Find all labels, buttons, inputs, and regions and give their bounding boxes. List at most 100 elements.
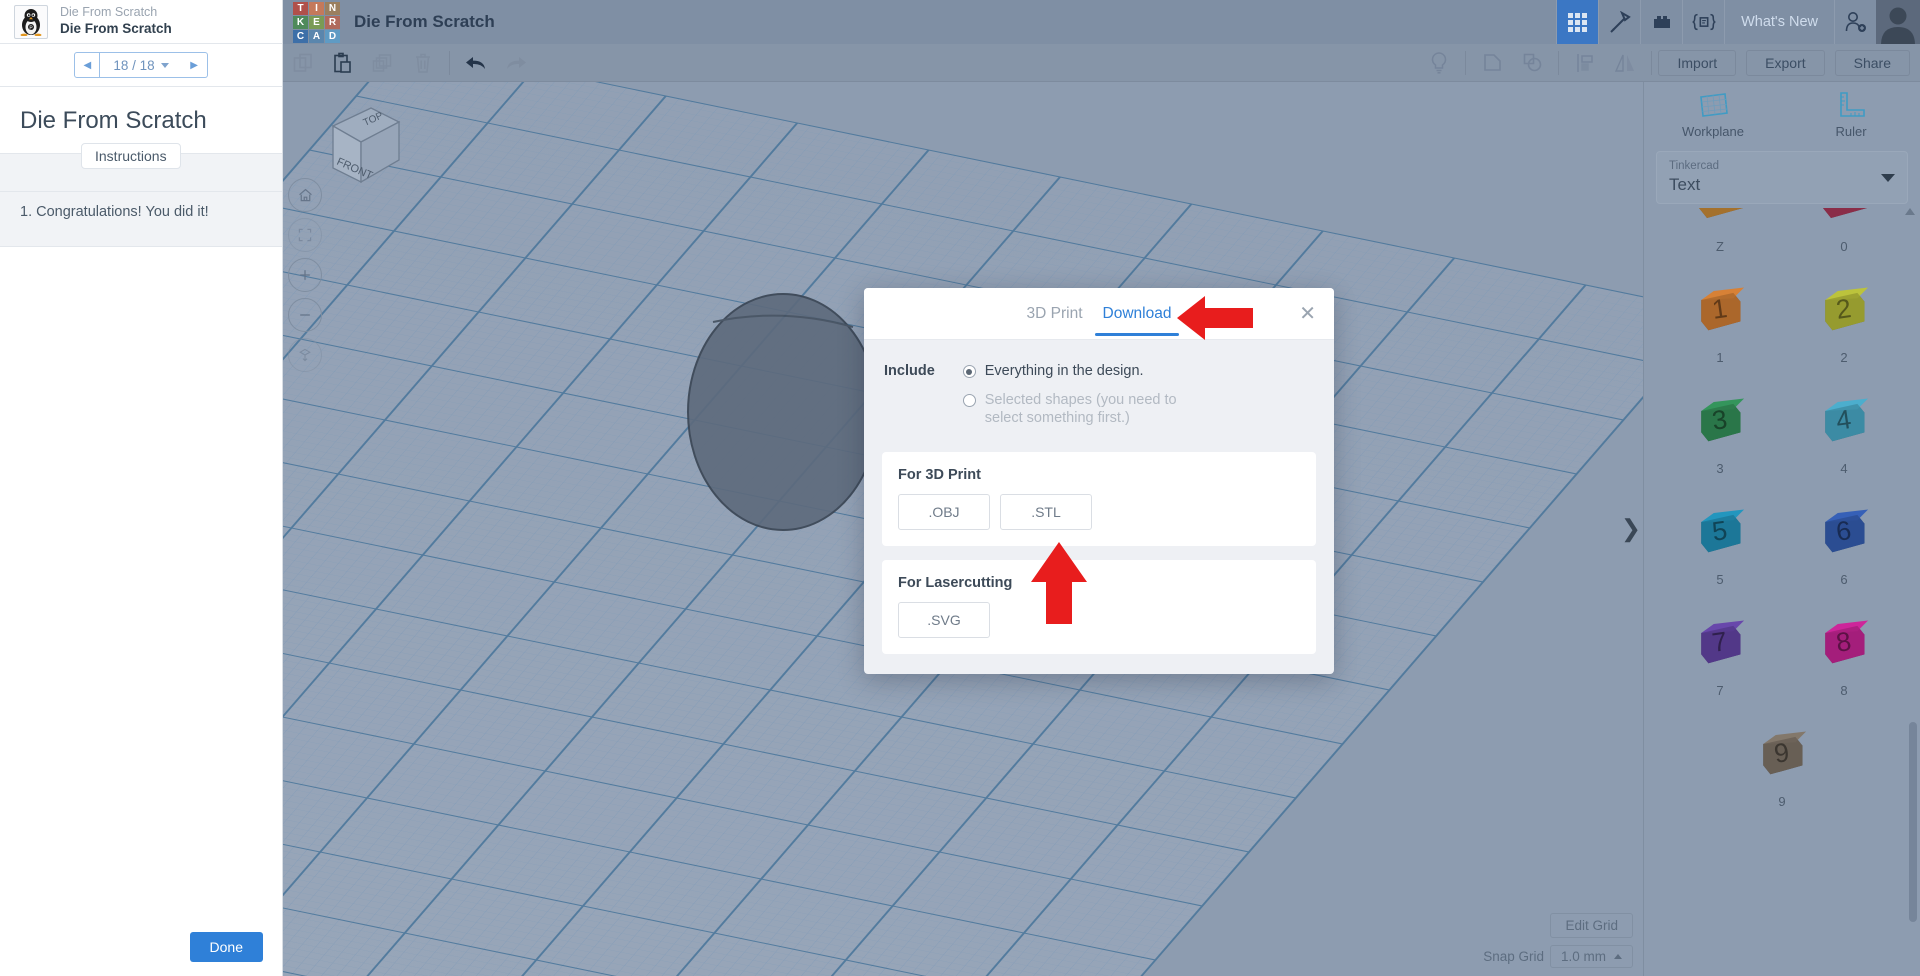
sidebar-tabstrip: Instructions bbox=[0, 143, 282, 192]
snap-grid-select[interactable]: 1.0 mm bbox=[1549, 945, 1633, 968]
section-lasercutting-title: For Lasercutting bbox=[898, 574, 1013, 591]
chevron-down-icon bbox=[160, 62, 169, 68]
redo-icon[interactable] bbox=[496, 44, 536, 82]
lightbulb-icon[interactable] bbox=[1419, 44, 1459, 82]
perspective-icon[interactable] bbox=[288, 338, 322, 372]
radio-selected-indicator bbox=[962, 393, 976, 407]
logo-tile-t: T bbox=[293, 1, 308, 15]
delete-icon[interactable] bbox=[403, 44, 443, 82]
shape-item-2[interactable]: 22 bbox=[1782, 258, 1906, 369]
viewport-nav-controls[interactable] bbox=[288, 178, 322, 372]
align-icon[interactable] bbox=[1565, 44, 1605, 82]
instruction-text: 1. Congratulations! You did it! bbox=[0, 192, 282, 247]
collapse-panel-chevron[interactable]: ❯ bbox=[1621, 515, 1641, 544]
blocks-icon[interactable] bbox=[1640, 0, 1682, 44]
grid-icon[interactable] bbox=[1556, 0, 1599, 44]
shape-item-4[interactable]: 44 bbox=[1782, 369, 1906, 480]
viewport-status-bar: Edit Grid Snap Grid 1.0 mm bbox=[1483, 913, 1633, 968]
shape-item-8[interactable]: 88 bbox=[1782, 591, 1906, 702]
shape-thumbnail: 4 bbox=[1807, 386, 1881, 457]
radio-everything[interactable]: Everything in the design. bbox=[962, 362, 1200, 381]
ruler-icon bbox=[1840, 92, 1865, 117]
ungroup-icon[interactable] bbox=[1512, 44, 1552, 82]
tab-instructions[interactable]: Instructions bbox=[81, 143, 181, 169]
add-person-icon[interactable] bbox=[1834, 0, 1876, 44]
fit-view-icon[interactable] bbox=[288, 218, 322, 252]
tab-3d-print[interactable]: 3D Print bbox=[1017, 291, 1093, 336]
panel-scrollbar[interactable] bbox=[1909, 722, 1917, 922]
step-pager: ◀ 18 / 18 ▶ bbox=[0, 44, 282, 87]
download-svg-button[interactable]: .SVG bbox=[898, 601, 990, 638]
caret-up-icon bbox=[1614, 954, 1622, 959]
close-icon[interactable]: ✕ bbox=[1299, 304, 1316, 324]
step-counter[interactable]: 18 / 18 bbox=[100, 52, 182, 78]
export-button[interactable]: Export bbox=[1746, 49, 1825, 76]
home-icon[interactable] bbox=[288, 178, 322, 212]
shape-library-select[interactable]: Tinkercad Text bbox=[1656, 151, 1908, 205]
shape-label: 8 bbox=[1840, 683, 1848, 698]
view-cube[interactable]: TOP FRONT bbox=[313, 100, 405, 197]
library-group-label: Tinkercad bbox=[1669, 160, 1720, 172]
shape-item-5[interactable]: 55 bbox=[1658, 480, 1782, 591]
tab-download[interactable]: Download bbox=[1093, 291, 1182, 336]
prev-step-button[interactable]: ◀ bbox=[74, 52, 101, 78]
workplane-label: Workplane bbox=[1682, 124, 1744, 139]
app-header: TINKERCAD Die From Scratch What's New bbox=[283, 0, 1920, 44]
import-button[interactable]: Import bbox=[1658, 49, 1737, 76]
ruler-tool[interactable]: Ruler bbox=[1782, 90, 1920, 139]
shape-library-grid[interactable]: ZZ00112233445566778899 bbox=[1644, 202, 1920, 976]
zoom-in-icon[interactable] bbox=[288, 258, 322, 292]
download-stl-button[interactable]: .STL bbox=[1000, 493, 1092, 530]
die-model bbox=[687, 293, 879, 531]
toolbar-divider-3 bbox=[1558, 50, 1560, 75]
toolbar-divider-4 bbox=[1651, 50, 1653, 75]
shape-label: 4 bbox=[1840, 461, 1848, 476]
download-obj-button[interactable]: .OBJ bbox=[898, 493, 990, 530]
workplane-tool[interactable]: Workplane bbox=[1644, 90, 1782, 139]
codeblocks-icon[interactable] bbox=[1682, 0, 1724, 44]
zoom-out-icon[interactable] bbox=[288, 298, 322, 332]
shape-label: 6 bbox=[1840, 572, 1848, 587]
shape-item-0[interactable]: 00 bbox=[1782, 202, 1906, 258]
shape-item-z[interactable]: ZZ bbox=[1658, 202, 1782, 258]
ruler-label: Ruler bbox=[1835, 124, 1867, 139]
edit-grid-button[interactable]: Edit Grid bbox=[1550, 913, 1633, 938]
arrow-pointing-stl-button bbox=[1031, 542, 1087, 624]
undo-icon[interactable] bbox=[456, 44, 496, 82]
share-button[interactable]: Share bbox=[1834, 49, 1910, 76]
radio-everything-label: Everything in the design. bbox=[984, 363, 1144, 379]
tinkercad-logo[interactable]: TINKERCAD bbox=[293, 1, 340, 43]
shape-label: 7 bbox=[1716, 683, 1724, 698]
mirror-icon[interactable] bbox=[1605, 44, 1645, 82]
user-avatar[interactable] bbox=[1876, 0, 1920, 44]
shape-item-7[interactable]: 77 bbox=[1658, 591, 1782, 702]
next-step-button[interactable]: ▶ bbox=[181, 52, 208, 78]
radio-everything-indicator bbox=[962, 365, 976, 378]
toolbar-right-group: Import Export Share bbox=[1419, 44, 1920, 82]
logo-tile-c: C bbox=[293, 29, 308, 43]
group-icon[interactable] bbox=[1472, 44, 1512, 82]
logo-tile-d: D bbox=[325, 29, 340, 43]
whats-new-link[interactable]: What's New bbox=[1724, 0, 1834, 44]
shape-label: 9 bbox=[1778, 794, 1786, 809]
copy-icon[interactable] bbox=[283, 44, 323, 82]
sidebar-footer: Done bbox=[0, 918, 283, 976]
radio-selected-shapes[interactable]: Selected shapes (you need to select some… bbox=[962, 391, 1200, 428]
shape-thumbnail: 5 bbox=[1683, 497, 1757, 568]
penguin-avatar: P bbox=[14, 4, 48, 39]
shape-thumbnail: Z bbox=[1683, 202, 1757, 235]
edit-toolbar: Import Export Share bbox=[283, 44, 1920, 82]
duplicate-icon[interactable] bbox=[363, 44, 403, 82]
arrow-pointing-download-tab bbox=[1177, 296, 1253, 340]
toolbar-divider bbox=[449, 50, 450, 75]
shape-item-6[interactable]: 66 bbox=[1782, 480, 1906, 591]
shape-item-3[interactable]: 33 bbox=[1658, 369, 1782, 480]
done-button[interactable]: Done bbox=[189, 932, 263, 962]
logo-tile-k: K bbox=[293, 15, 308, 29]
hammer-icon[interactable] bbox=[1598, 0, 1640, 44]
dialog-tabbar: 3D Print Download ✕ bbox=[864, 288, 1334, 340]
shape-item-9[interactable]: 99 bbox=[1658, 702, 1906, 813]
paste-icon[interactable] bbox=[323, 44, 363, 82]
step-counter-value: 18 / 18 bbox=[113, 57, 155, 73]
shape-item-1[interactable]: 11 bbox=[1658, 258, 1782, 369]
